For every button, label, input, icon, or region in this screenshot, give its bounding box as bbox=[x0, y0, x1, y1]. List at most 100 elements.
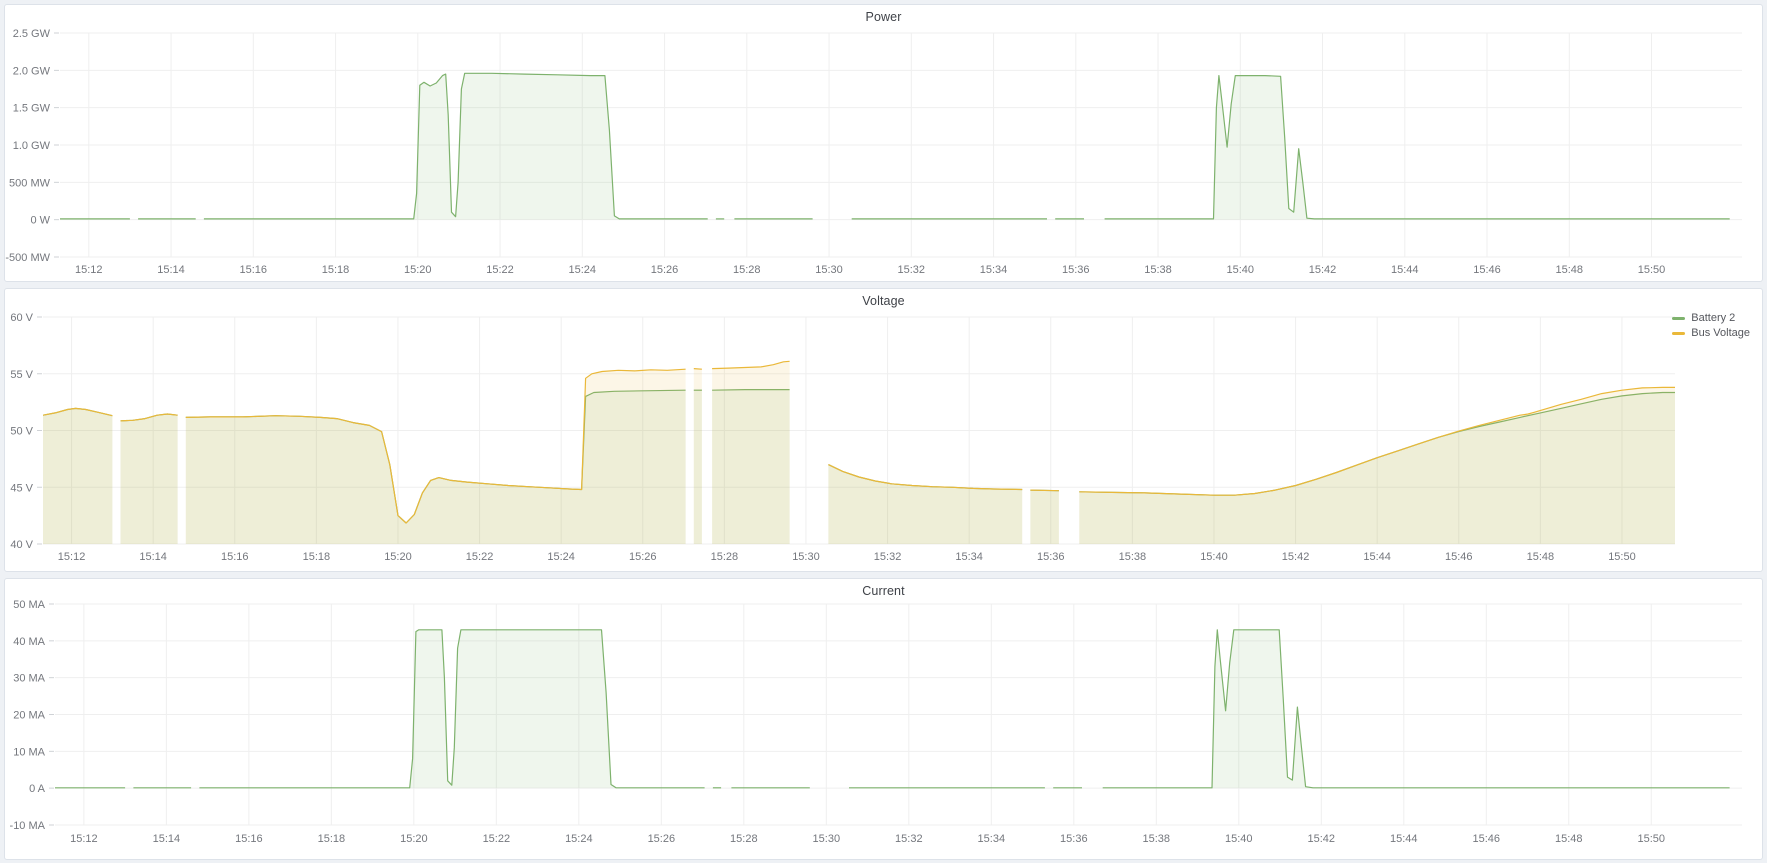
x-tick-label: 15:30 bbox=[792, 551, 820, 563]
x-tick-label: 15:44 bbox=[1390, 833, 1418, 845]
panel-power: Power -500 MW0 W500 MW1.0 GW1.5 GW2.0 GW… bbox=[4, 4, 1763, 282]
x-tick-label: 15:32 bbox=[874, 551, 902, 563]
x-tick-label: 15:20 bbox=[384, 551, 412, 563]
x-tick-label: 15:34 bbox=[980, 264, 1008, 276]
y-tick-label: -10 MA bbox=[10, 820, 46, 832]
x-tick-label: 15:46 bbox=[1473, 264, 1501, 276]
series-fill bbox=[121, 414, 178, 544]
x-tick-label: 15:40 bbox=[1200, 551, 1228, 563]
x-tick-label: 15:28 bbox=[733, 264, 761, 276]
voltage-chart-plot[interactable]: 40 V45 V50 V55 V60 V15:1215:1415:1615:18… bbox=[5, 289, 1762, 571]
bus-voltage-series-color-icon bbox=[1672, 332, 1685, 335]
series-line bbox=[199, 630, 704, 788]
x-tick-label: 15:22 bbox=[466, 551, 494, 563]
x-tick-label: 15:12 bbox=[70, 833, 98, 845]
x-tick-label: 15:20 bbox=[404, 264, 432, 276]
x-tick-label: 15:20 bbox=[400, 833, 428, 845]
y-tick-label: 45 V bbox=[10, 482, 33, 494]
x-tick-label: 15:14 bbox=[153, 833, 181, 845]
y-tick-label: 500 MW bbox=[9, 177, 51, 189]
x-tick-label: 15:42 bbox=[1309, 264, 1337, 276]
x-tick-label: 15:36 bbox=[1062, 264, 1090, 276]
x-tick-label: 15:38 bbox=[1143, 833, 1171, 845]
series-fill bbox=[186, 369, 686, 544]
x-tick-label: 15:50 bbox=[1608, 551, 1636, 563]
y-tick-label: 1.0 GW bbox=[13, 140, 51, 152]
x-tick-label: 15:12 bbox=[75, 264, 103, 276]
x-tick-label: 15:12 bbox=[58, 551, 86, 563]
series-group bbox=[55, 630, 1730, 788]
series-group bbox=[43, 361, 1700, 544]
series-fill bbox=[1105, 76, 1730, 220]
series-fill bbox=[1103, 630, 1730, 788]
series-group bbox=[60, 73, 1730, 219]
current-chart-plot[interactable]: -10 MA0 A10 MA20 MA30 MA40 MA50 MA15:121… bbox=[5, 579, 1762, 859]
x-tick-label: 15:16 bbox=[221, 551, 249, 563]
series-line bbox=[204, 73, 708, 219]
series-line bbox=[1030, 490, 1059, 491]
x-tick-label: 15:40 bbox=[1227, 264, 1255, 276]
x-tick-label: 15:40 bbox=[1225, 833, 1253, 845]
y-tick-label: 2.0 GW bbox=[13, 65, 51, 77]
x-tick-label: 15:50 bbox=[1637, 833, 1665, 845]
legend-item-bus-voltage[interactable]: Bus Voltage bbox=[1672, 326, 1750, 340]
y-tick-label: 60 V bbox=[10, 312, 33, 324]
x-tick-label: 15:22 bbox=[486, 264, 514, 276]
power-chart-plot[interactable]: -500 MW0 W500 MW1.0 GW1.5 GW2.0 GW2.5 GW… bbox=[5, 5, 1762, 281]
y-tick-label: 0 W bbox=[30, 215, 50, 227]
x-tick-label: 15:30 bbox=[813, 833, 841, 845]
y-tick-label: 20 MA bbox=[13, 710, 45, 722]
x-tick-label: 15:48 bbox=[1527, 551, 1555, 563]
series-fill bbox=[1079, 387, 1699, 544]
x-tick-label: 15:24 bbox=[565, 833, 593, 845]
panel-title-current: Current bbox=[5, 584, 1762, 598]
x-tick-label: 15:30 bbox=[815, 264, 843, 276]
x-tick-label: 15:18 bbox=[318, 833, 346, 845]
x-tick-label: 15:18 bbox=[303, 551, 331, 563]
battery-2-series-color-icon bbox=[1672, 317, 1685, 320]
legend-label-battery-2: Battery 2 bbox=[1691, 311, 1735, 325]
y-tick-label: 55 V bbox=[10, 369, 33, 381]
x-tick-label: 15:32 bbox=[895, 833, 923, 845]
x-tick-label: 15:28 bbox=[730, 833, 758, 845]
x-tick-label: 15:16 bbox=[240, 264, 268, 276]
x-tick-label: 15:28 bbox=[711, 551, 739, 563]
x-tick-label: 15:48 bbox=[1555, 833, 1583, 845]
x-tick-label: 15:50 bbox=[1638, 264, 1666, 276]
y-tick-label: 0 A bbox=[29, 783, 46, 795]
x-tick-label: 15:34 bbox=[978, 833, 1006, 845]
y-tick-label: 2.5 GW bbox=[13, 28, 51, 40]
series-fill bbox=[204, 73, 708, 219]
panel-current: Current -10 MA0 A10 MA20 MA30 MA40 MA50 … bbox=[4, 578, 1763, 860]
series-fill bbox=[1030, 490, 1059, 544]
series-line bbox=[1103, 630, 1730, 788]
x-tick-label: 15:48 bbox=[1556, 264, 1584, 276]
panel-title-voltage: Voltage bbox=[5, 294, 1762, 308]
x-tick-label: 15:26 bbox=[629, 551, 657, 563]
x-tick-label: 15:18 bbox=[322, 264, 350, 276]
x-tick-label: 15:44 bbox=[1363, 551, 1391, 563]
x-tick-label: 15:38 bbox=[1144, 264, 1172, 276]
x-tick-label: 15:26 bbox=[648, 833, 676, 845]
y-tick-label: 50 MA bbox=[13, 599, 45, 611]
y-tick-label: 1.5 GW bbox=[13, 103, 51, 115]
x-tick-label: 15:42 bbox=[1308, 833, 1336, 845]
x-tick-label: 15:46 bbox=[1473, 833, 1501, 845]
dashboard: { "accent_colors": { "green": "#7eb26d",… bbox=[0, 0, 1767, 863]
y-tick-label: 40 V bbox=[10, 539, 33, 551]
x-tick-label: 15:14 bbox=[139, 551, 167, 563]
legend-label-bus-voltage: Bus Voltage bbox=[1691, 326, 1750, 340]
x-tick-label: 15:36 bbox=[1060, 833, 1088, 845]
x-tick-label: 15:38 bbox=[1119, 551, 1147, 563]
panel-title-power: Power bbox=[5, 10, 1762, 24]
x-tick-label: 15:24 bbox=[547, 551, 575, 563]
legend-item-battery-2[interactable]: Battery 2 bbox=[1672, 311, 1735, 325]
voltage-legend: Battery 2 Bus Voltage bbox=[1672, 311, 1750, 340]
series-fill bbox=[199, 630, 704, 788]
y-tick-label: 10 MA bbox=[13, 746, 45, 758]
series-line bbox=[694, 369, 702, 370]
x-tick-label: 15:36 bbox=[1037, 551, 1065, 563]
x-tick-label: 15:46 bbox=[1445, 551, 1473, 563]
y-tick-label: 40 MA bbox=[13, 636, 45, 648]
x-tick-label: 15:14 bbox=[157, 264, 185, 276]
